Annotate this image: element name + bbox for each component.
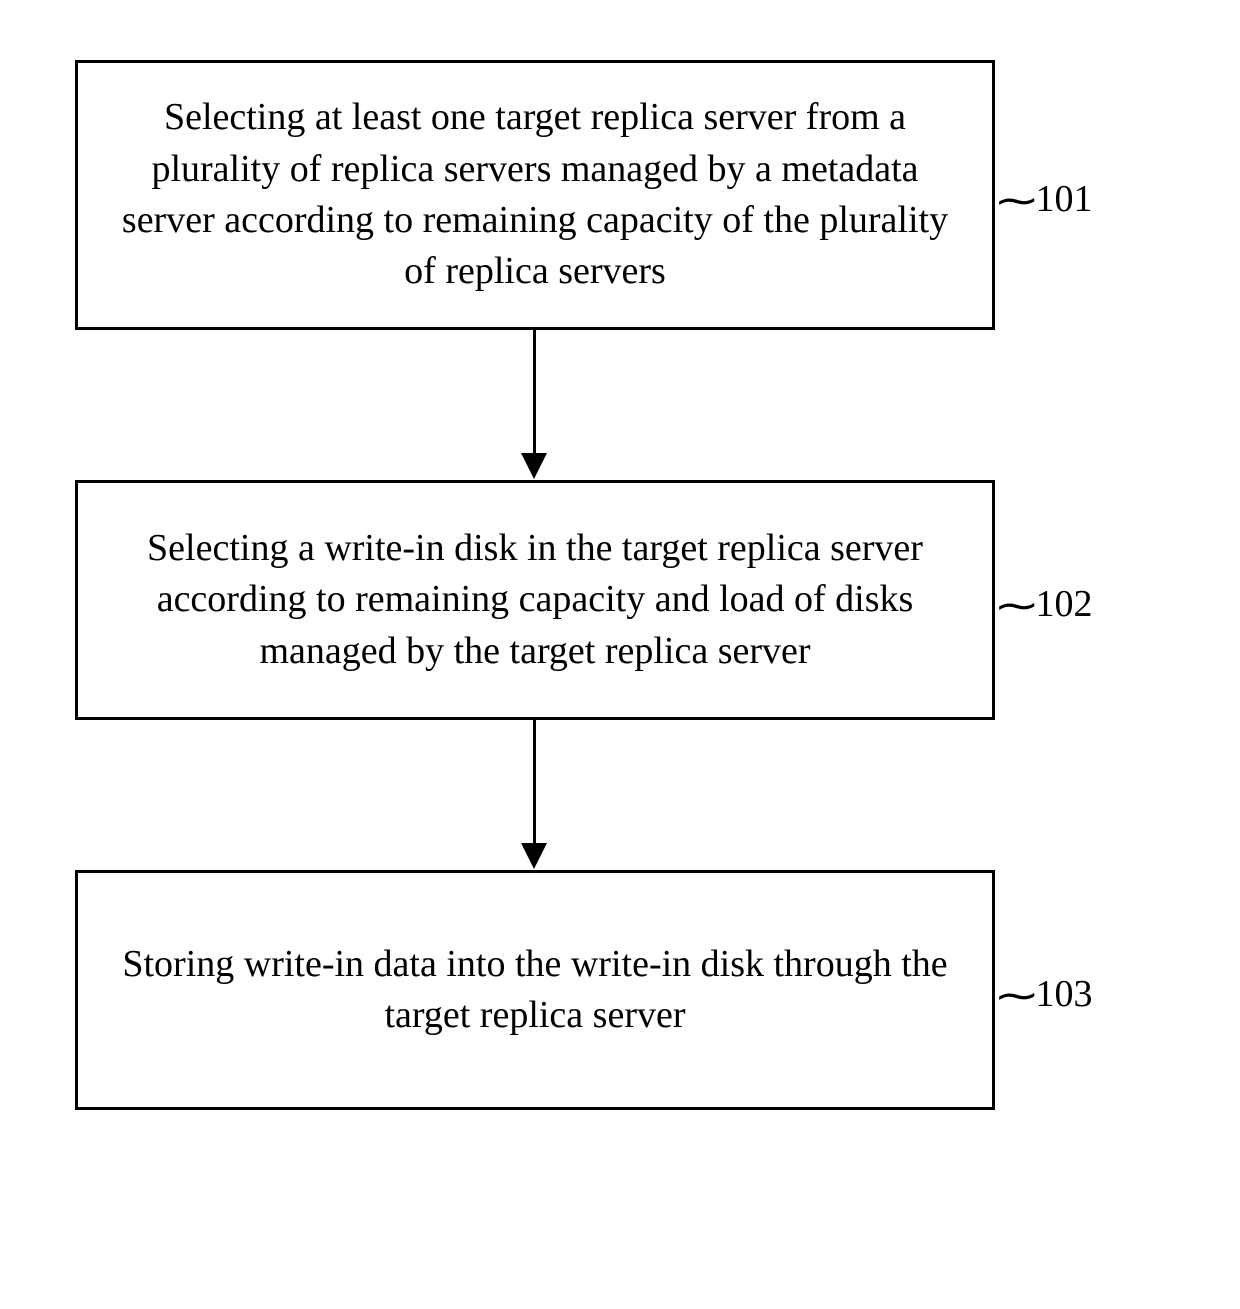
flow-step-box: Selecting at least one target replica se… [75, 60, 995, 330]
flow-step-text: Selecting a write-in disk in the target … [106, 523, 964, 677]
flow-step-number: 101 [1036, 177, 1093, 221]
flow-step-label: ∼103 [1000, 970, 1093, 1017]
flow-step-label: ∼102 [1000, 580, 1093, 627]
flow-arrow-head [521, 843, 547, 869]
flow-step-text: Storing write-in data into the write-in … [106, 939, 964, 1042]
flow-step-label: ∼101 [1000, 175, 1093, 222]
flow-step-number: 102 [1036, 582, 1093, 626]
flow-arrow-head [521, 453, 547, 479]
flow-step-text: Selecting at least one target replica se… [106, 92, 964, 297]
flow-arrow-line [533, 330, 536, 455]
connector-tilde: ∼ [993, 972, 1040, 1019]
flow-step-number: 103 [1036, 972, 1093, 1016]
connector-tilde: ∼ [993, 177, 1040, 224]
flow-step-box: Storing write-in data into the write-in … [75, 870, 995, 1110]
flow-arrow-line [533, 720, 536, 845]
flow-step-box: Selecting a write-in disk in the target … [75, 480, 995, 720]
flowchart-canvas: Selecting at least one target replica se… [0, 0, 1240, 1309]
connector-tilde: ∼ [993, 582, 1040, 629]
